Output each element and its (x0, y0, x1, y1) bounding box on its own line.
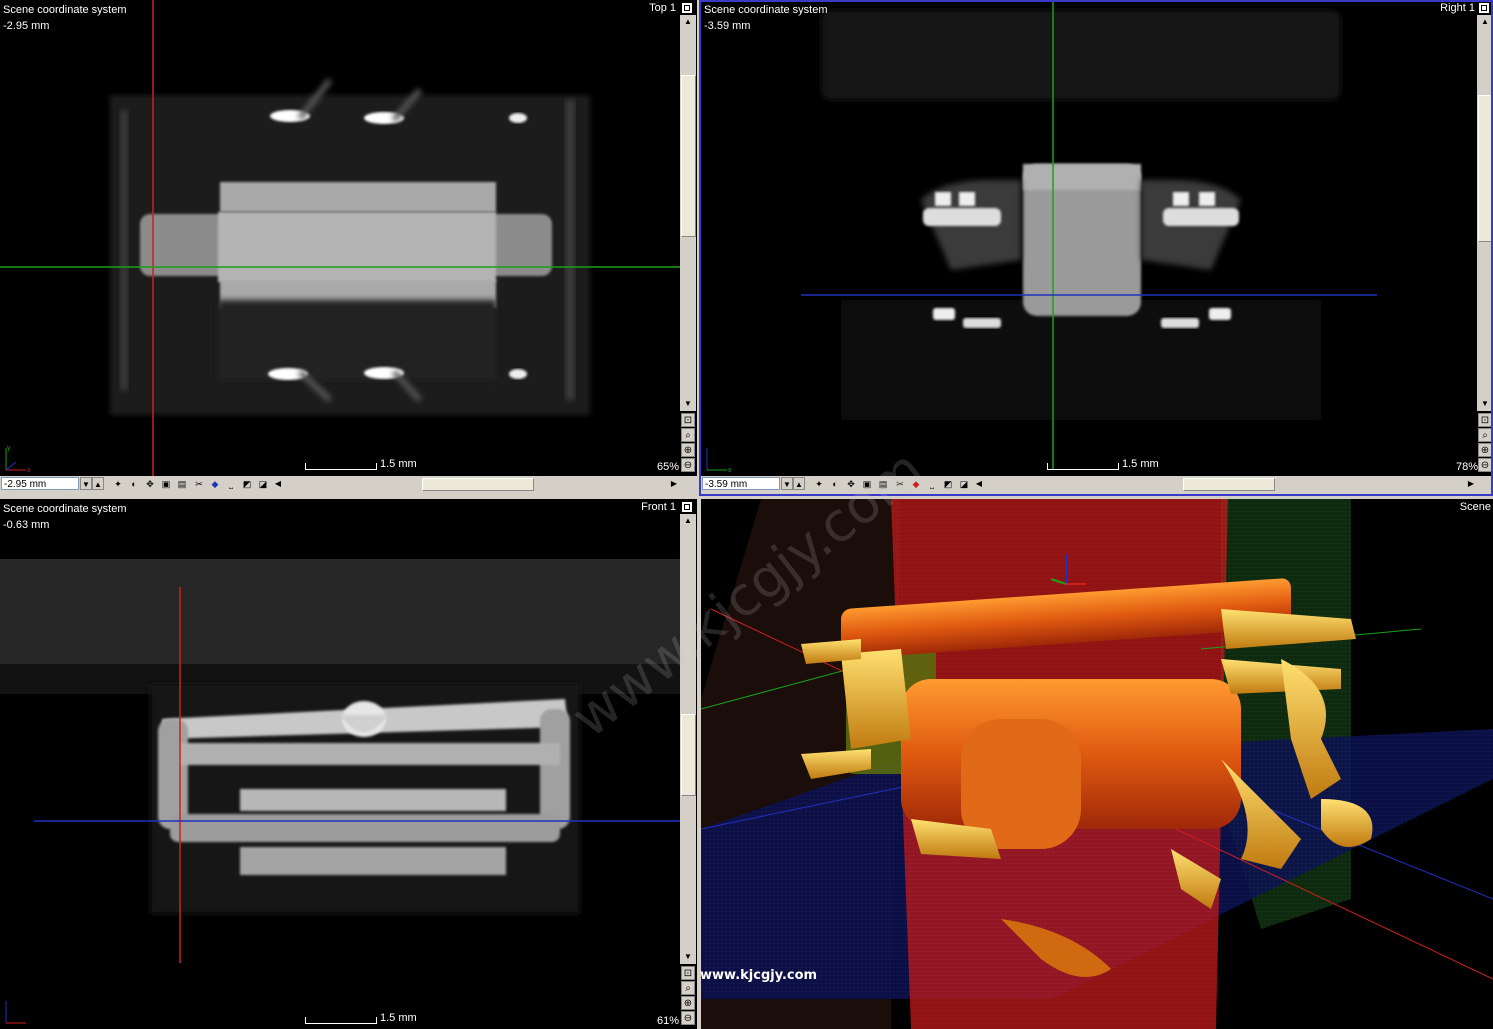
scroll-thumb[interactable] (1183, 478, 1275, 491)
zoom-percent: 78% (1456, 461, 1479, 473)
svg-text:x: x (728, 467, 732, 474)
vertical-splitter[interactable] (697, 0, 701, 1029)
scroll-thumb[interactable] (1478, 95, 1493, 242)
maximize-view-button[interactable] (681, 501, 693, 513)
light-icon[interactable]: ✦ (111, 477, 125, 491)
axes-gizmo-icon: x (706, 448, 732, 474)
scale-bar: 1.5 mm (305, 458, 425, 472)
zoom-out-icon[interactable]: ⊖ (681, 458, 695, 472)
contrast-icon[interactable]: ◐ (828, 477, 842, 491)
scroll-down-icon[interactable]: ▼ (680, 950, 696, 964)
right-view-image (801, 0, 1377, 470)
cut-icon[interactable]: ✂ (893, 477, 907, 491)
coord-system-label: Scene coordinate system -3.59 mm (704, 4, 828, 32)
scale-bar: 1.5 mm (1047, 458, 1167, 472)
vertical-scrollbar[interactable]: ▲ ▼ (1477, 15, 1493, 411)
window-icon[interactable]: ▣ (860, 477, 874, 491)
zoom-out-icon[interactable]: ⊖ (681, 1011, 695, 1025)
coord-system-label: Scene coordinate system -0.63 mm (3, 503, 127, 531)
right-view-panel[interactable]: Scene coordinate system -3.59 mm Right 1… (701, 0, 1493, 476)
zoom-fit-icon[interactable]: ⊡ (1478, 413, 1492, 427)
front-view-image (0, 559, 680, 963)
histogram-alt-icon[interactable]: ◪ (256, 477, 270, 491)
vertical-scrollbar[interactable]: ▲ ▼ (680, 514, 696, 964)
view-title: Right 1 (1440, 2, 1475, 14)
contrast-icon[interactable]: ◐ (127, 477, 141, 491)
top-view-panel[interactable]: Scene coordinate system -2.95 mm Top 1 ▲… (0, 0, 697, 476)
zoom-icon[interactable]: ⌕ (681, 981, 695, 995)
paint-icon[interactable]: ◆ (909, 477, 923, 491)
scroll-thumb[interactable] (681, 714, 696, 796)
light-icon[interactable]: ✦ (812, 477, 826, 491)
scroll-down-icon[interactable]: ▼ (680, 397, 696, 411)
vertical-scrollbar[interactable]: ▲ ▼ (680, 15, 696, 411)
slice-position-field[interactable]: -3.59 mm (702, 477, 780, 490)
cut-icon[interactable]: ✂ (192, 477, 206, 491)
top-view-image (0, 0, 680, 476)
scroll-thumb[interactable] (681, 75, 696, 237)
svg-text:y: y (7, 445, 11, 452)
slice-offset: -2.95 mm (3, 20, 50, 32)
front-view-panel[interactable]: Scene coordinate system -0.63 mm Front 1… (0, 499, 697, 1029)
scroll-up-icon[interactable]: ▲ (1477, 15, 1493, 29)
axes-gizmo-icon (5, 1001, 26, 1024)
zoom-in-icon[interactable]: ⊕ (681, 443, 695, 457)
zoom-in-icon[interactable]: ⊕ (1478, 443, 1492, 457)
slice-position-field[interactable]: -2.95 mm (1, 477, 79, 490)
chevron-up-icon[interactable]: ▲ (793, 477, 805, 490)
histogram-icon[interactable]: ◩ (941, 477, 955, 491)
scroll-right-icon[interactable]: ▶ (668, 477, 680, 491)
zoom-fit-icon[interactable]: ⊡ (681, 966, 695, 980)
measure-icon[interactable]: ⎵ (224, 477, 238, 491)
scroll-thumb[interactable] (422, 478, 534, 491)
zoom-percent: 65% (657, 461, 680, 473)
svg-text:x: x (27, 467, 31, 474)
scale-bar: 1.5 mm (305, 1012, 425, 1026)
scene-3d-panel[interactable]: Scene (701, 499, 1493, 1029)
move-icon[interactable]: ✥ (844, 477, 858, 491)
right-view-toolbar: -3.59 mm ▼ ▲ ✦ ◐ ✥ ▣ ▤ ✂ ◆ ⎵ ◩ ◪ ◀ ▶ (701, 476, 1493, 492)
zoom-percent: 61% (657, 1015, 680, 1027)
chevron-down-icon[interactable]: ▼ (80, 477, 92, 490)
slice-offset: -3.59 mm (704, 20, 751, 32)
scroll-right-icon[interactable]: ▶ (1465, 477, 1477, 491)
move-icon[interactable]: ✥ (143, 477, 157, 491)
scene-3d-render (701, 499, 1493, 1029)
chevron-down-icon[interactable]: ▼ (781, 477, 793, 490)
maximize-view-button[interactable] (681, 2, 693, 14)
histogram-icon[interactable]: ◩ (240, 477, 254, 491)
chevron-up-icon[interactable]: ▲ (92, 477, 104, 490)
scroll-left-icon[interactable]: ◀ (272, 477, 284, 491)
horizontal-splitter[interactable] (0, 492, 1493, 499)
scroll-down-icon[interactable]: ▼ (1477, 397, 1493, 411)
zoom-in-icon[interactable]: ⊕ (681, 996, 695, 1010)
top-view-toolbar: -2.95 mm ▼ ▲ ✦ ◐ ✥ ▣ ▤ ✂ ◆ ⎵ ◩ ◪ ◀ ▶ (0, 476, 697, 492)
layout-icon[interactable]: ▤ (876, 477, 890, 491)
view-title: Top 1 (649, 2, 676, 14)
scroll-left-icon[interactable]: ◀ (973, 477, 985, 491)
zoom-icon[interactable]: ⌕ (681, 428, 695, 442)
zoom-out-icon[interactable]: ⊖ (1478, 458, 1492, 472)
view-title: Front 1 (641, 501, 676, 513)
slice-offset: -0.63 mm (3, 519, 50, 531)
measure-icon[interactable]: ⎵ (925, 477, 939, 491)
axes-gizmo-icon: yx (5, 445, 31, 474)
scroll-up-icon[interactable]: ▲ (680, 15, 696, 29)
window-icon[interactable]: ▣ (159, 477, 173, 491)
scroll-up-icon[interactable]: ▲ (680, 514, 696, 528)
maximize-view-button[interactable] (1478, 2, 1490, 14)
horizontal-scrollbar[interactable]: ◀ ▶ (272, 477, 680, 491)
watermark-text: www.kjcgjy.com (700, 968, 818, 983)
view-title: Scene (1459, 501, 1491, 513)
zoom-icon[interactable]: ⌕ (1478, 428, 1492, 442)
paint-icon[interactable]: ◆ (208, 477, 222, 491)
zoom-fit-icon[interactable]: ⊡ (681, 413, 695, 427)
horizontal-scrollbar[interactable]: ◀ ▶ (973, 477, 1477, 491)
coord-system-label: Scene coordinate system -2.95 mm (3, 4, 127, 32)
histogram-alt-icon[interactable]: ◪ (957, 477, 971, 491)
layout-icon[interactable]: ▤ (175, 477, 189, 491)
